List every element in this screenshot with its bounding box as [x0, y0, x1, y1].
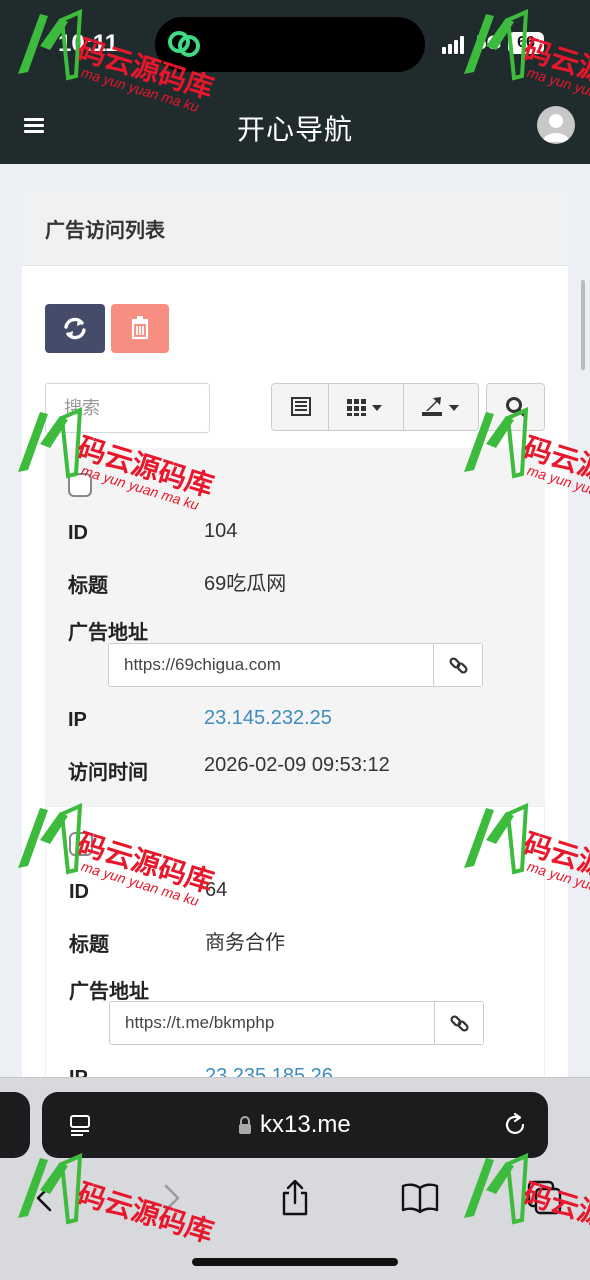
- title-value: 商务合作: [205, 932, 285, 954]
- home-indicator: [192, 1258, 398, 1266]
- battery-icon: 66: [508, 32, 544, 54]
- row-checkbox[interactable]: [68, 473, 92, 497]
- card-view-toggle-button[interactable]: [272, 384, 329, 430]
- export-icon: [422, 397, 459, 416]
- columns-icon: [347, 399, 382, 416]
- ad-url-field[interactable]: https://t.me/bkmphp: [109, 1001, 484, 1045]
- columns-dropdown-button[interactable]: [329, 384, 404, 430]
- title-label: 标题: [68, 575, 108, 597]
- address-bar[interactable]: kx13.me: [42, 1092, 548, 1158]
- ad-url-label: 广告地址: [69, 981, 149, 1003]
- user-icon: [542, 114, 570, 142]
- panel-header: 广告访问列表: [22, 186, 568, 266]
- forward-icon[interactable]: [152, 1178, 192, 1218]
- title-label: 标题: [69, 934, 109, 956]
- page-menu-icon[interactable]: [68, 1113, 92, 1137]
- ad-url-label: 广告地址: [68, 622, 148, 644]
- previous-tab-preview[interactable]: [0, 1092, 30, 1158]
- share-icon[interactable]: [275, 1178, 315, 1218]
- tabs-icon[interactable]: [525, 1178, 565, 1218]
- visit-time-value: 2026-02-09 09:53:12: [204, 754, 390, 776]
- app-header: 10:11 5G 66 开心导航: [0, 0, 590, 164]
- id-value: 104: [204, 520, 238, 542]
- delete-button[interactable]: [111, 304, 169, 353]
- signal-icon: [442, 36, 466, 54]
- ad-url-field[interactable]: https://69chigua.com: [108, 643, 483, 687]
- id-value: 64: [205, 879, 228, 901]
- ip-label: IP: [68, 709, 87, 731]
- record-card: ID 64 标题 商务合作 广告地址 https://t.me/bkmphp I…: [45, 806, 545, 1086]
- network-label: 5G: [476, 33, 502, 54]
- list-view-icon: [291, 397, 311, 416]
- refresh-button[interactable]: [45, 304, 105, 353]
- title-value: 69吃瓜网: [204, 573, 287, 595]
- record-card: ID 104 标题 69吃瓜网 广告地址 https://69chigua.co…: [45, 448, 545, 806]
- panel-title: 广告访问列表: [45, 220, 165, 242]
- visit-time-label: 访问时间: [68, 762, 148, 784]
- bookmarks-icon[interactable]: [400, 1178, 440, 1218]
- page-scrollbar[interactable]: [581, 280, 585, 370]
- id-label: ID: [68, 522, 88, 544]
- search-button[interactable]: [486, 383, 545, 431]
- link-icon: [450, 1015, 469, 1032]
- open-link-button[interactable]: [433, 644, 482, 686]
- table-toolbar: [271, 383, 479, 431]
- id-label: ID: [69, 881, 89, 903]
- ad-url-value[interactable]: https://69chigua.com: [124, 655, 281, 675]
- ip-link[interactable]: 23.145.232.25: [204, 707, 332, 730]
- url-domain[interactable]: kx13.me: [260, 1111, 351, 1139]
- browser-toolbar: kx13.me: [0, 1077, 590, 1280]
- ad-url-value[interactable]: https://t.me/bkmphp: [125, 1013, 274, 1033]
- search-icon: [506, 397, 526, 417]
- reload-icon[interactable]: [502, 1112, 528, 1138]
- lock-icon: [239, 1116, 251, 1134]
- link-activity-icon: [168, 31, 200, 57]
- export-dropdown-button[interactable]: [404, 384, 478, 430]
- refresh-icon: [64, 317, 86, 340]
- row-checkbox[interactable]: [69, 832, 93, 856]
- avatar[interactable]: [537, 106, 575, 144]
- link-icon: [449, 657, 468, 674]
- trash-icon: [131, 316, 149, 340]
- open-link-button[interactable]: [434, 1002, 483, 1044]
- ad-visit-panel: 广告访问列表 搜索 ID 104 标题 69吃瓜网 广告地址 https://6…: [22, 186, 568, 1086]
- status-time: 10:11: [58, 30, 119, 57]
- search-input[interactable]: [45, 383, 210, 433]
- app-title: 开心导航: [236, 114, 353, 145]
- back-icon[interactable]: [24, 1178, 64, 1218]
